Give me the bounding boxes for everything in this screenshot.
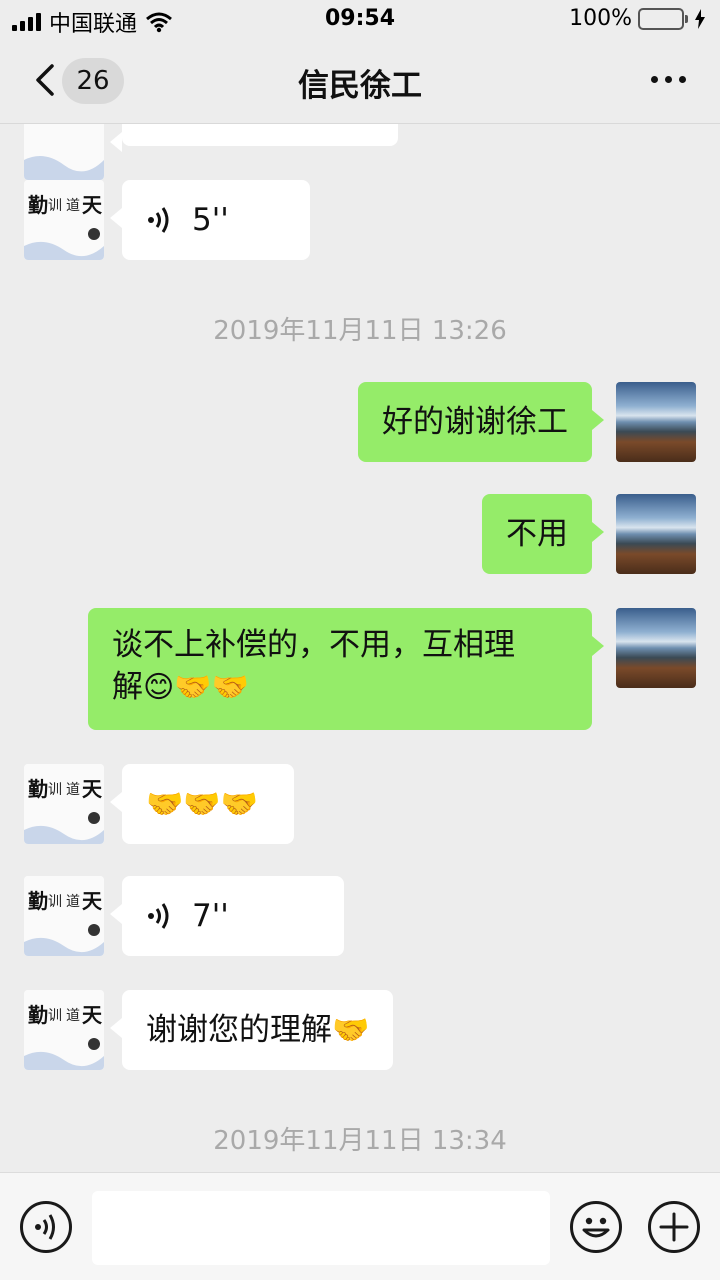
message-bubble-outgoing[interactable]: 谈不上补偿的，不用，互相理 解😊🤝🤝 bbox=[88, 608, 604, 730]
svg-text:天: 天 bbox=[82, 777, 103, 801]
message-bubble-incoming[interactable]: 🤝🤝🤝 bbox=[110, 764, 294, 844]
more-dots-icon[interactable] bbox=[651, 76, 686, 83]
input-bar bbox=[0, 1172, 720, 1280]
message-bubble-outgoing[interactable]: 好的谢谢徐工 bbox=[358, 382, 604, 462]
svg-text:勤: 勤 bbox=[28, 1003, 48, 1027]
svg-text:训: 训 bbox=[48, 198, 62, 214]
my-avatar[interactable] bbox=[616, 608, 696, 688]
voice-message[interactable]: 7'' bbox=[110, 876, 344, 956]
svg-text:勤: 勤 bbox=[28, 889, 48, 913]
voice-message[interactable]: 5'' bbox=[110, 180, 310, 260]
chat-title: 信民徐工 bbox=[298, 68, 422, 104]
message-bubble-outgoing[interactable]: 不用 bbox=[482, 494, 604, 574]
svg-text:勤: 勤 bbox=[28, 777, 48, 801]
message-text: 不用 bbox=[506, 516, 568, 552]
message-bubble-incoming[interactable]: 谢谢您的理解🤝 bbox=[109, 990, 394, 1070]
contact-avatar[interactable]: 勤 训 道 天 bbox=[24, 990, 104, 1070]
svg-text:天: 天 bbox=[82, 193, 103, 217]
svg-text:训: 训 bbox=[48, 782, 62, 798]
svg-text:勤: 勤 bbox=[28, 193, 48, 217]
my-avatar[interactable] bbox=[616, 494, 696, 574]
svg-text:道: 道 bbox=[66, 894, 80, 910]
smiley-icon[interactable] bbox=[570, 1201, 622, 1253]
message-text: 好的谢谢徐工 bbox=[382, 404, 568, 440]
svg-text:道: 道 bbox=[66, 1008, 80, 1024]
status-right: 100% bbox=[569, 6, 706, 31]
svg-text:天: 天 bbox=[82, 889, 103, 913]
svg-text:道: 道 bbox=[66, 198, 80, 214]
contact-avatar[interactable]: 勤 训 道 天 bbox=[24, 180, 104, 260]
timestamp: 2019年11月11日 13:26 bbox=[213, 316, 507, 346]
my-avatar[interactable] bbox=[616, 382, 696, 462]
chat-area[interactable]: 勤 训 道 天 5'' 2019年11月11日 13:26 好的谢谢徐工 不用 … bbox=[0, 124, 720, 1172]
voice-duration: 7'' bbox=[192, 898, 229, 934]
nav-bar: 26 信民徐工 bbox=[0, 40, 720, 124]
message-text: 谢谢您的理解 bbox=[146, 1012, 332, 1048]
message-input[interactable] bbox=[92, 1191, 550, 1265]
message-emojis: 🤝🤝🤝 bbox=[146, 787, 259, 822]
voice-duration: 5'' bbox=[192, 202, 229, 238]
message-text-line2: 解 bbox=[112, 669, 143, 705]
svg-text:训: 训 bbox=[48, 894, 62, 910]
timestamp: 2019年11月11日 13:34 bbox=[213, 1126, 507, 1156]
contact-avatar[interactable] bbox=[24, 124, 104, 180]
svg-text:道: 道 bbox=[66, 782, 80, 798]
svg-text:训: 训 bbox=[48, 1008, 62, 1024]
voice-wave-icon bbox=[148, 207, 169, 233]
message-bubble-partial[interactable] bbox=[110, 124, 398, 152]
plus-icon[interactable] bbox=[648, 1201, 700, 1253]
svg-text:天: 天 bbox=[82, 1003, 103, 1027]
contact-avatar[interactable]: 勤 训 道 天 bbox=[24, 876, 104, 956]
voice-wave-icon bbox=[148, 903, 169, 929]
battery-icon bbox=[638, 7, 688, 30]
battery-percent: 100% bbox=[569, 6, 632, 31]
voice-icon[interactable] bbox=[20, 1201, 72, 1253]
message-text-line1: 谈不上补偿的，不用，互相理 bbox=[112, 627, 515, 663]
charging-icon bbox=[695, 8, 705, 29]
message-emojis: 🤝 bbox=[332, 1013, 370, 1048]
status-bar: 中国联通 09:54 100% bbox=[0, 0, 720, 40]
contact-avatar[interactable]: 勤 训 道 天 bbox=[24, 764, 104, 844]
message-emojis: 😊🤝🤝 bbox=[143, 670, 249, 705]
